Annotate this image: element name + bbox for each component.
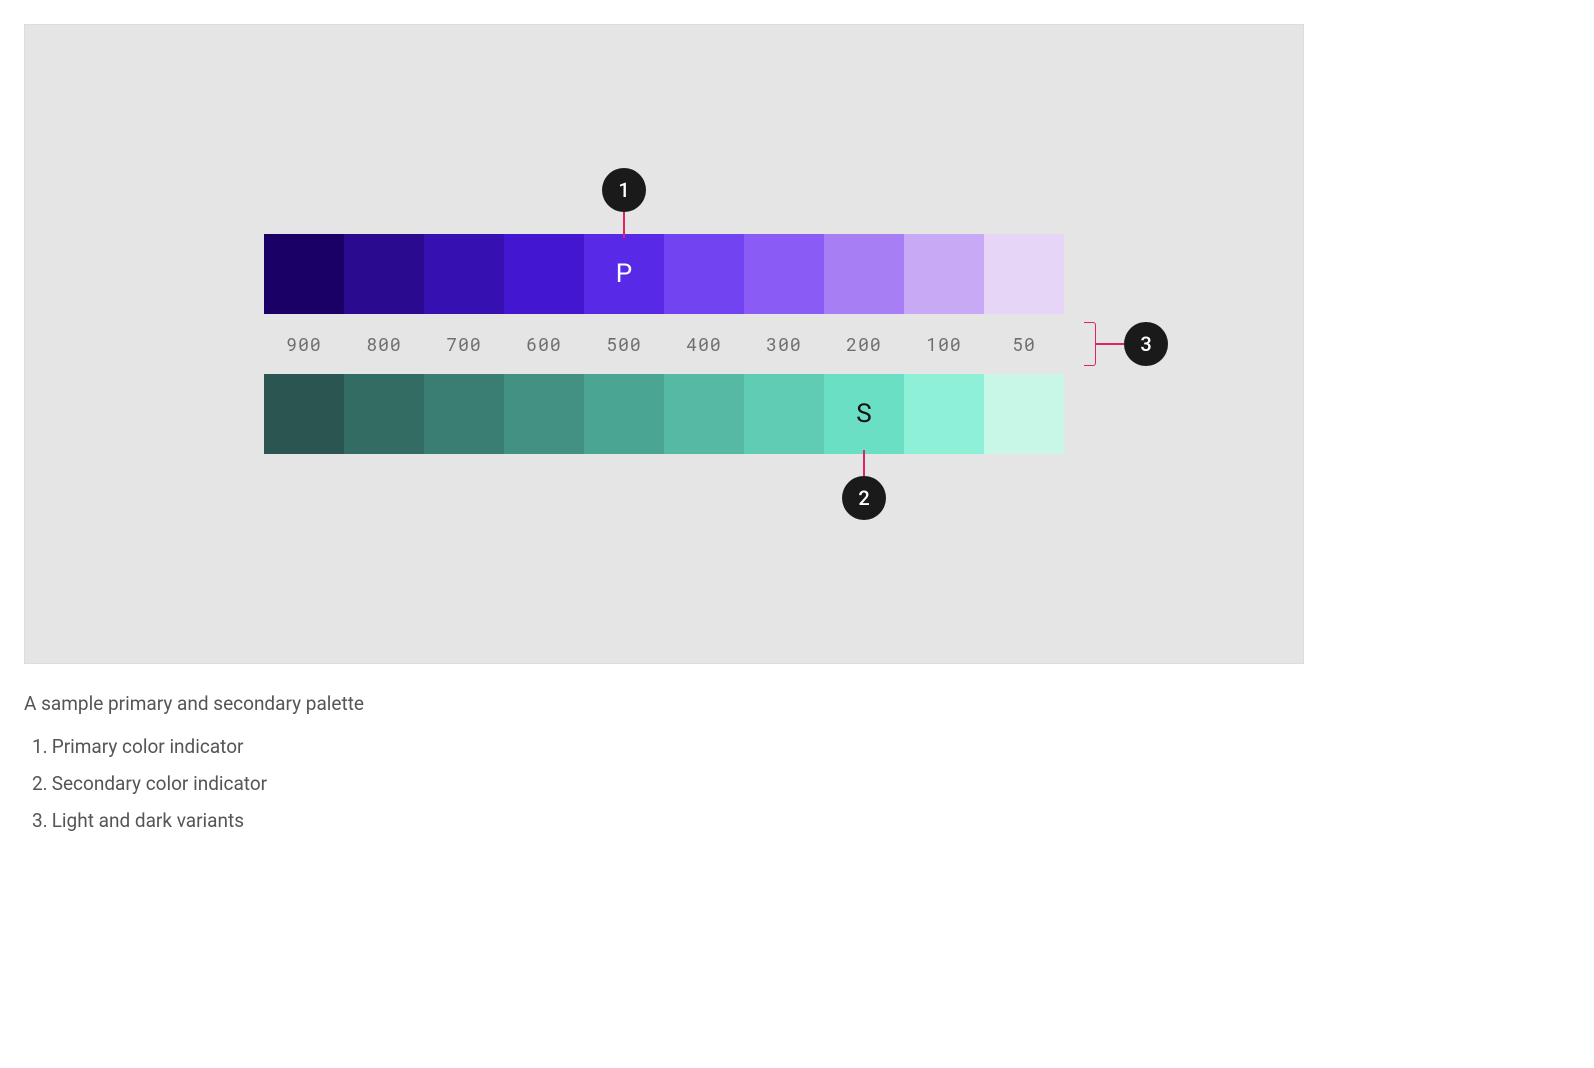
primary-swatch-300 [744, 234, 824, 314]
tonal-label: 100 [904, 332, 984, 356]
secondary-swatch-900 [264, 374, 344, 454]
legend-item: 1.Primary color indicator [32, 735, 1570, 758]
primary-swatch-700 [424, 234, 504, 314]
primary-swatch-200 [824, 234, 904, 314]
tonal-label: 900 [264, 332, 344, 356]
secondary-swatch-800 [344, 374, 424, 454]
figure-caption: A sample primary and secondary palette [24, 692, 1570, 715]
secondary-swatch-100 [904, 374, 984, 454]
secondary-palette-row [264, 374, 1064, 454]
annotation-connector-3 [1096, 343, 1124, 345]
tonal-label: 800 [344, 332, 424, 356]
legend-item-text: Primary color indicator [52, 735, 244, 758]
palette-figure: 90080070060050040030020010050 P S 1 2 3 [24, 24, 1304, 664]
tonal-label: 600 [504, 332, 584, 356]
legend-item-text: Light and dark variants [52, 809, 244, 832]
legend-item-text: Secondary color indicator [52, 772, 267, 795]
secondary-swatch-50 [984, 374, 1064, 454]
tonal-label: 300 [744, 332, 824, 356]
tonal-label: 400 [664, 332, 744, 356]
legend-item-number: 2. [32, 772, 48, 795]
tonal-label: 500 [584, 332, 664, 356]
primary-indicator-letter: P [616, 259, 632, 289]
tonal-label: 50 [984, 332, 1064, 356]
palette-block: 90080070060050040030020010050 P S 1 2 3 [264, 234, 1064, 454]
primary-indicator-circle: P [588, 238, 660, 310]
annotation-badge-2: 2 [842, 476, 886, 520]
annotation-bracket-3 [1084, 322, 1096, 366]
annotation-badge-1-label: 1 [618, 178, 629, 202]
annotation-badge-1: 1 [602, 168, 646, 212]
legend-item: 2.Secondary color indicator [32, 772, 1570, 795]
annotation-badge-2-label: 2 [858, 486, 869, 510]
secondary-swatch-400 [664, 374, 744, 454]
secondary-swatch-300 [744, 374, 824, 454]
tonal-labels-row: 90080070060050040030020010050 [264, 314, 1064, 374]
tonal-label: 200 [824, 332, 904, 356]
secondary-swatch-700 [424, 374, 504, 454]
annotation-connector-1 [623, 212, 625, 238]
tonal-label: 700 [424, 332, 504, 356]
primary-palette-row [264, 234, 1064, 314]
primary-swatch-600 [504, 234, 584, 314]
legend-item: 3.Light and dark variants [32, 809, 1570, 832]
primary-swatch-400 [664, 234, 744, 314]
primary-swatch-800 [344, 234, 424, 314]
legend-item-number: 1. [32, 735, 48, 758]
figure-legend: 1.Primary color indicator2.Secondary col… [24, 735, 1570, 832]
annotation-connector-2 [863, 450, 865, 476]
secondary-indicator-circle: S [828, 378, 900, 450]
primary-swatch-100 [904, 234, 984, 314]
annotation-badge-3-label: 3 [1140, 332, 1151, 356]
primary-swatch-50 [984, 234, 1064, 314]
annotation-badge-3: 3 [1124, 322, 1168, 366]
primary-swatch-900 [264, 234, 344, 314]
legend-item-number: 3. [32, 809, 48, 832]
secondary-swatch-500 [584, 374, 664, 454]
secondary-swatch-600 [504, 374, 584, 454]
secondary-indicator-letter: S [856, 399, 871, 429]
